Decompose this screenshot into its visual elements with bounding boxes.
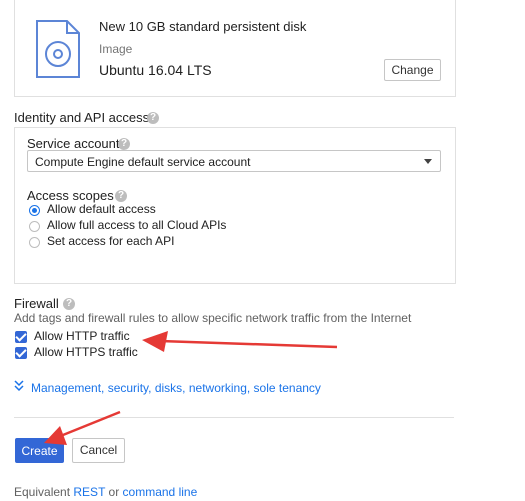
annotation-arrows xyxy=(44,331,338,445)
arrow-to-create xyxy=(44,410,121,445)
arrow-to-http xyxy=(142,331,338,352)
